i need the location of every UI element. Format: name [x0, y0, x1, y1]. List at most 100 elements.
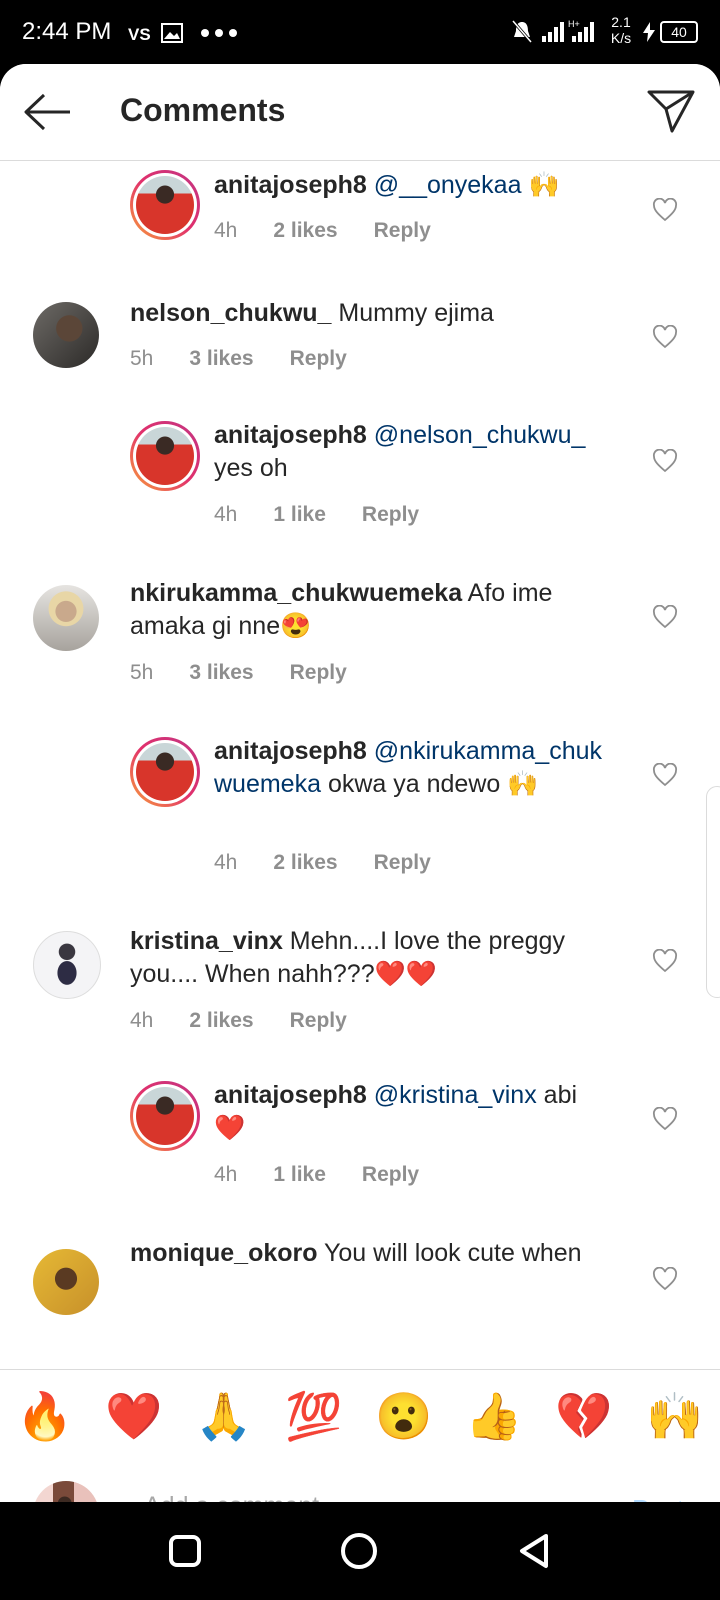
comment-mention[interactable]: @__onyekaa	[374, 171, 522, 199]
comment-likes[interactable]: 2 likes	[273, 219, 337, 243]
comments-screen: Comments anitajoseph8 @__onyekaa 🙌 4h 2 l…	[0, 64, 720, 1502]
comment-likes[interactable]: 1 like	[273, 1163, 326, 1187]
comment-meta: 4h 2 likes Reply	[214, 851, 467, 875]
scroll-handle[interactable]	[706, 786, 720, 998]
comment-likes[interactable]: 2 likes	[189, 1009, 253, 1033]
own-avatar	[33, 1481, 99, 1502]
comment-username[interactable]: anitajoseph8	[214, 737, 367, 765]
app-notification-icon: VS	[128, 23, 183, 44]
comment-username[interactable]: anitajoseph8	[214, 1081, 367, 1109]
like-heart-icon[interactable]	[652, 1107, 678, 1131]
like-heart-icon[interactable]	[652, 605, 678, 629]
comment-time: 4h	[130, 1009, 154, 1032]
comment-reply: anitajoseph8 @nelson_chukwu_ yes oh 4h 1 …	[0, 419, 720, 549]
emoji-pray-button[interactable]: 🙏	[189, 1386, 259, 1446]
reply-button[interactable]: Reply	[290, 1009, 347, 1033]
comment-reply: anitajoseph8 @nkirukamma_chukwuemeka okw…	[0, 735, 720, 885]
avatar[interactable]	[130, 737, 200, 807]
emoji-broken-heart-button[interactable]: 💔	[549, 1386, 619, 1446]
comment-composer: Add a comment... Post	[0, 1464, 720, 1502]
avatar[interactable]	[33, 302, 99, 368]
comment-time: 4h	[214, 1163, 238, 1186]
comment: nkirukamma_chukwuemeka Afo ime amaka gi …	[0, 577, 720, 697]
like-heart-icon[interactable]	[652, 198, 678, 222]
comment-meta: 5h 3 likes Reply	[130, 347, 383, 371]
comment-likes[interactable]: 2 likes	[273, 851, 337, 875]
comment-text: You will look cute when	[317, 1239, 582, 1267]
comment-username[interactable]: anitajoseph8	[214, 171, 367, 199]
avatar[interactable]	[33, 585, 99, 651]
status-time: 2:44 PM	[22, 18, 112, 45]
comment-username[interactable]: nkirukamma_chukwuemeka	[130, 579, 462, 607]
comment-reply: anitajoseph8 @kristina_vinx abi ❤️ 4h 1 l…	[0, 1079, 720, 1209]
reply-button[interactable]: Reply	[374, 219, 431, 243]
battery-icon: 40	[660, 21, 698, 43]
comment-text: yes oh	[214, 454, 288, 482]
comment-meta: 4h 1 like Reply	[214, 1163, 455, 1187]
emoji-100-button[interactable]: 💯	[279, 1386, 349, 1446]
comment-username[interactable]: nelson_chukwu_	[130, 299, 331, 327]
comment-likes[interactable]: 3 likes	[189, 661, 253, 685]
comment-username[interactable]: kristina_vinx	[130, 927, 283, 955]
battery-level: 40	[671, 24, 687, 40]
like-heart-icon[interactable]	[652, 949, 678, 973]
comment-input[interactable]: Add a comment...	[144, 1492, 340, 1502]
comment-username[interactable]: anitajoseph8	[214, 421, 367, 449]
comment-username[interactable]: monique_okoro	[130, 1239, 318, 1267]
mute-icon	[512, 20, 532, 43]
emoji-fire-button[interactable]: 🔥	[10, 1386, 80, 1446]
comment-meta: 4h 2 likes Reply	[130, 1009, 383, 1033]
svg-text:H+: H+	[568, 19, 580, 29]
comment-meta: 4h 1 like Reply	[214, 503, 455, 527]
comment-time: 5h	[130, 347, 154, 370]
emoji-heart-button[interactable]: ❤️	[99, 1386, 169, 1446]
comment-likes[interactable]: 3 likes	[189, 347, 253, 371]
emoji-thumbs-up-button[interactable]: 👍	[459, 1386, 529, 1446]
emoji-raised-hands-button[interactable]: 🙌	[640, 1386, 710, 1446]
comment-mention[interactable]: @kristina_vinx	[374, 1081, 537, 1109]
comments-header: Comments	[0, 64, 720, 161]
comment: kristina_vinx Mehn....I love the preggy …	[0, 925, 720, 1045]
system-nav-bar	[0, 1502, 720, 1600]
comment-mention[interactable]: @nelson_chukwu_	[374, 421, 586, 449]
like-heart-icon[interactable]	[652, 1267, 678, 1291]
avatar[interactable]	[130, 421, 200, 491]
like-heart-icon[interactable]	[652, 325, 678, 349]
network-speed: 2.1 K/s	[610, 14, 632, 46]
like-heart-icon[interactable]	[652, 449, 678, 473]
comment-reply: anitajoseph8 @__onyekaa 🙌 4h 2 likes Reply	[0, 161, 720, 281]
status-bar: 2:44 PM VS H+ 2.1 K/s 40	[0, 0, 720, 64]
avatar[interactable]	[130, 170, 200, 240]
reply-button[interactable]: Reply	[374, 851, 431, 875]
comment-text: 🙌	[521, 171, 560, 199]
comment: nelson_chukwu_ Mummy ejima 5h 3 likes Repl…	[0, 291, 720, 401]
home-circle-icon[interactable]	[340, 1532, 378, 1570]
svg-text:VS: VS	[128, 25, 151, 44]
avatar[interactable]	[130, 1081, 200, 1151]
avatar[interactable]	[33, 931, 101, 999]
comment-time: 4h	[214, 503, 238, 526]
more-notifications-icon	[201, 29, 237, 37]
comment-time: 4h	[214, 219, 238, 242]
recents-square-icon[interactable]	[168, 1534, 202, 1568]
back-triangle-icon[interactable]	[516, 1532, 552, 1570]
comment-likes[interactable]: 1 like	[273, 503, 326, 527]
comment-meta: 5h 3 likes Reply	[130, 661, 383, 685]
back-arrow-icon[interactable]	[22, 92, 72, 132]
page-title: Comments	[120, 92, 286, 128]
share-send-icon[interactable]	[646, 88, 696, 134]
signal-icon: H+	[542, 19, 594, 42]
post-button[interactable]: Post	[632, 1494, 684, 1502]
comment-time: 5h	[130, 661, 154, 684]
emoji-quick-reactions: 🔥 ❤️ 🙏 💯 😮 👍 💔 🙌	[0, 1369, 720, 1465]
reply-button[interactable]: Reply	[362, 1163, 419, 1187]
reply-button[interactable]: Reply	[290, 661, 347, 685]
comment-meta: 4h 2 likes Reply	[214, 219, 467, 243]
reply-button[interactable]: Reply	[362, 503, 419, 527]
avatar[interactable]	[33, 1249, 99, 1315]
comments-list[interactable]: anitajoseph8 @__onyekaa 🙌 4h 2 likes Reply…	[0, 161, 720, 1369]
reply-button[interactable]: Reply	[290, 347, 347, 371]
like-heart-icon[interactable]	[652, 763, 678, 787]
charging-icon	[643, 22, 655, 42]
emoji-surprised-button[interactable]: 😮	[369, 1386, 439, 1446]
